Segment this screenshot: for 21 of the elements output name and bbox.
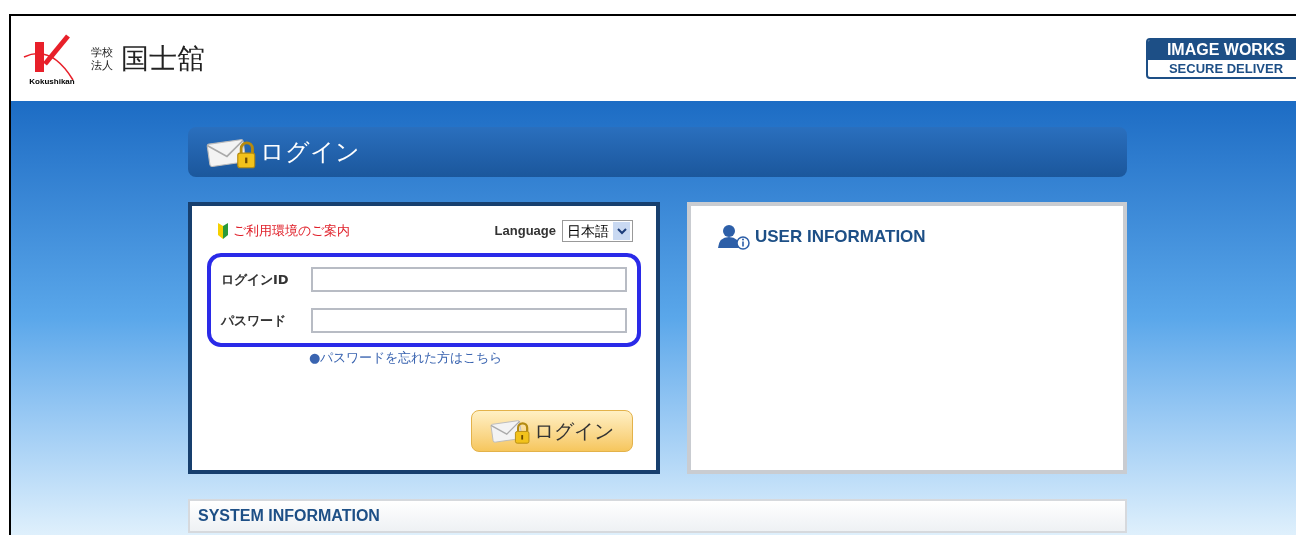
login-title: ログイン: [260, 137, 360, 168]
beginner-leaf-icon: [217, 223, 229, 239]
brand-logo-bottom: SECURE DELIVER: [1167, 60, 1285, 77]
field-label: ログインID: [221, 270, 290, 289]
brand-logo-top: IMAGE WORKS: [1148, 40, 1296, 60]
user-info-icon: [717, 224, 751, 250]
field-label: パスワード: [221, 311, 287, 330]
system-info-title: SYSTEM INFORMATION: [198, 506, 380, 526]
input-field[interactable]: [311, 308, 627, 333]
logo-caption: Kokushikan: [29, 77, 75, 86]
language-label: Language: [494, 222, 556, 241]
logo-subtitle: 法人: [91, 58, 113, 72]
user-info-title: USER INFORMATION: [755, 226, 926, 249]
guide-link[interactable]: ご利用環境のご案内: [217, 221, 350, 241]
language-value: 日本語: [567, 221, 609, 241]
forgot-password-link[interactable]: ●パスワードを忘れた方はこちら: [309, 348, 631, 368]
logo-name: 国士舘: [121, 40, 205, 77]
logo-subtitle: 学校: [91, 45, 113, 59]
input-field[interactable]: [311, 267, 627, 292]
login-button[interactable]: ログイン: [471, 409, 633, 452]
language-select[interactable]: 日本語: [562, 220, 633, 242]
